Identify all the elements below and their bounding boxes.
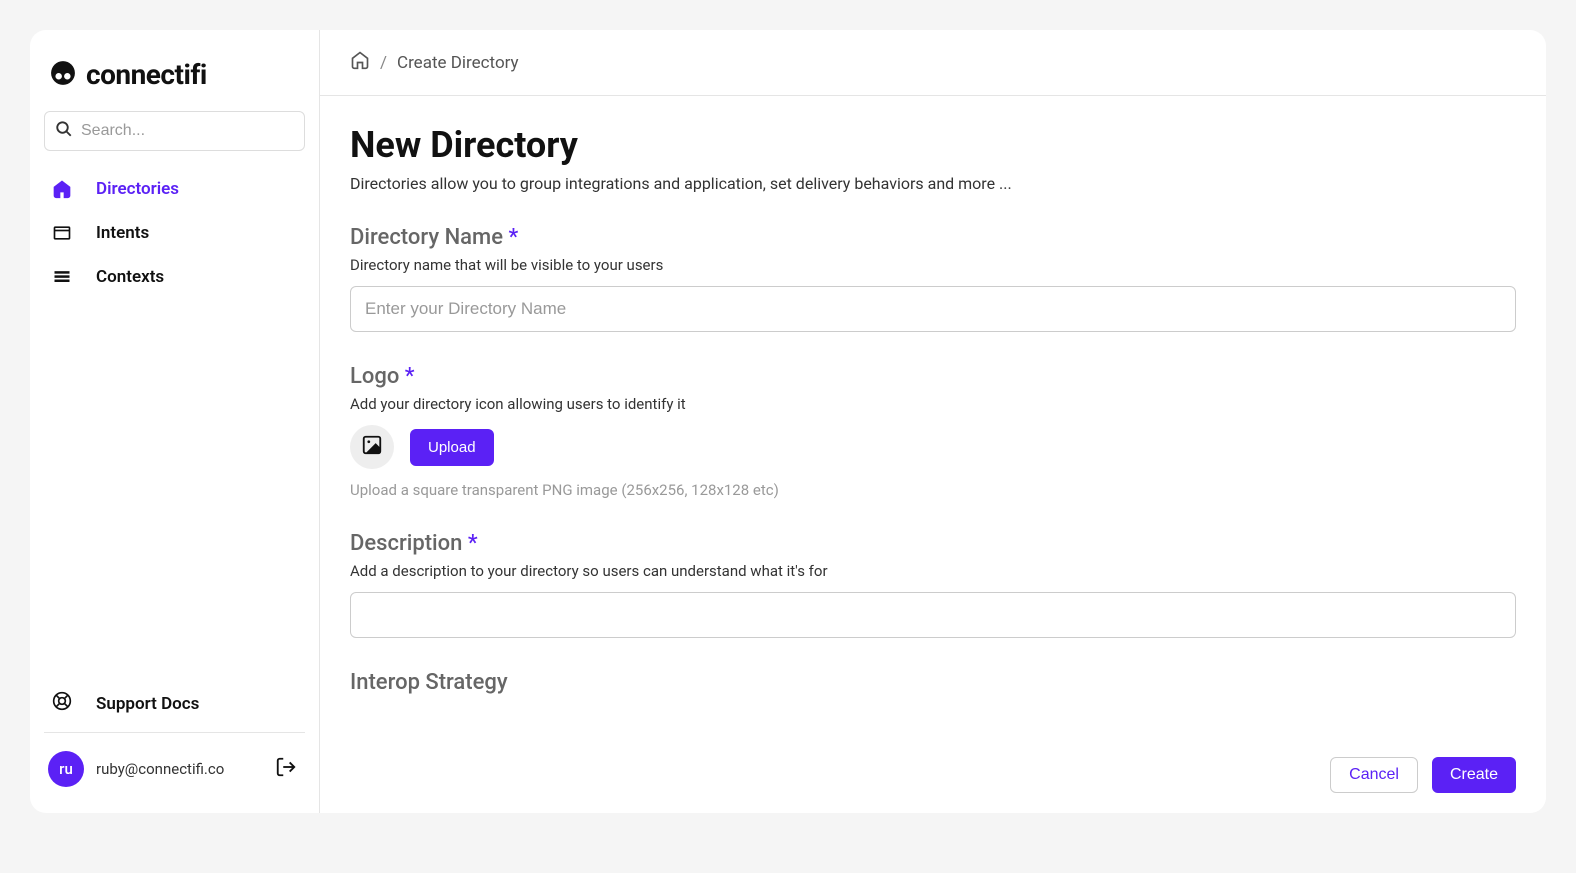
form-scroll-area: New Directory Directories allow you to g… (320, 96, 1546, 813)
field-label: Directory Name * (350, 225, 1516, 250)
field-directory-name: Directory Name * Directory name that wil… (350, 225, 1516, 332)
search-input[interactable] (81, 122, 294, 140)
main-content: / Create Directory New Directory Directo… (320, 30, 1546, 813)
breadcrumb: / Create Directory (320, 30, 1546, 96)
logout-icon (275, 763, 297, 782)
image-placeholder-icon (361, 434, 383, 460)
user-section: ru ruby@connectifi.co (44, 745, 305, 793)
required-mark: * (405, 364, 415, 389)
search-icon (55, 120, 73, 142)
directory-name-input[interactable] (350, 286, 1516, 332)
sidebar: connectifi Directories Intents (30, 30, 320, 813)
sidebar-item-contexts[interactable]: Contexts (44, 257, 305, 297)
connectifi-logo-icon (50, 60, 76, 90)
logo-preview (350, 425, 394, 469)
sidebar-item-label: Contexts (96, 267, 164, 287)
cancel-button[interactable]: Cancel (1330, 757, 1418, 793)
help-icon (52, 691, 72, 716)
field-logo: Logo * Add your directory icon allowing … (350, 364, 1516, 499)
field-label: Description * (350, 531, 1516, 556)
user-email: ruby@connectifi.co (96, 760, 259, 778)
field-interop-strategy: Interop Strategy (350, 670, 1516, 695)
list-icon (52, 267, 72, 287)
page-title: New Directory (350, 124, 1516, 166)
sidebar-item-label: Intents (96, 223, 149, 243)
logout-button[interactable] (271, 752, 301, 786)
field-label: Logo * (350, 364, 1516, 389)
breadcrumb-home[interactable] (350, 50, 370, 75)
upload-button[interactable]: Upload (410, 429, 494, 466)
field-help: Directory name that will be visible to y… (350, 256, 1516, 274)
description-input[interactable] (350, 592, 1516, 638)
window-icon (52, 223, 72, 243)
breadcrumb-separator: / (380, 53, 387, 73)
brand-name: connectifi (86, 58, 207, 91)
field-description: Description * Add a description to your … (350, 531, 1516, 638)
search-box[interactable] (44, 111, 305, 151)
home-icon (52, 179, 72, 199)
field-label: Interop Strategy (350, 670, 1516, 695)
field-help: Add a description to your directory so u… (350, 562, 1516, 580)
footer-actions: Cancel Create (320, 737, 1546, 813)
brand-logo: connectifi (44, 50, 305, 111)
create-button[interactable]: Create (1432, 757, 1516, 793)
page-subtitle: Directories allow you to group integrati… (350, 174, 1516, 193)
nav-list: Directories Intents Contexts (44, 169, 305, 297)
breadcrumb-current: Create Directory (397, 53, 519, 73)
required-mark: * (508, 225, 518, 250)
sidebar-item-label: Directories (96, 179, 179, 199)
avatar[interactable]: ru (48, 751, 84, 787)
sidebar-item-intents[interactable]: Intents (44, 213, 305, 253)
support-docs-label: Support Docs (96, 694, 199, 714)
support-docs-link[interactable]: Support Docs (44, 681, 305, 733)
sidebar-item-directories[interactable]: Directories (44, 169, 305, 209)
field-hint: Upload a square transparent PNG image (2… (350, 481, 1516, 499)
field-help: Add your directory icon allowing users t… (350, 395, 1516, 413)
required-mark: * (468, 531, 478, 556)
